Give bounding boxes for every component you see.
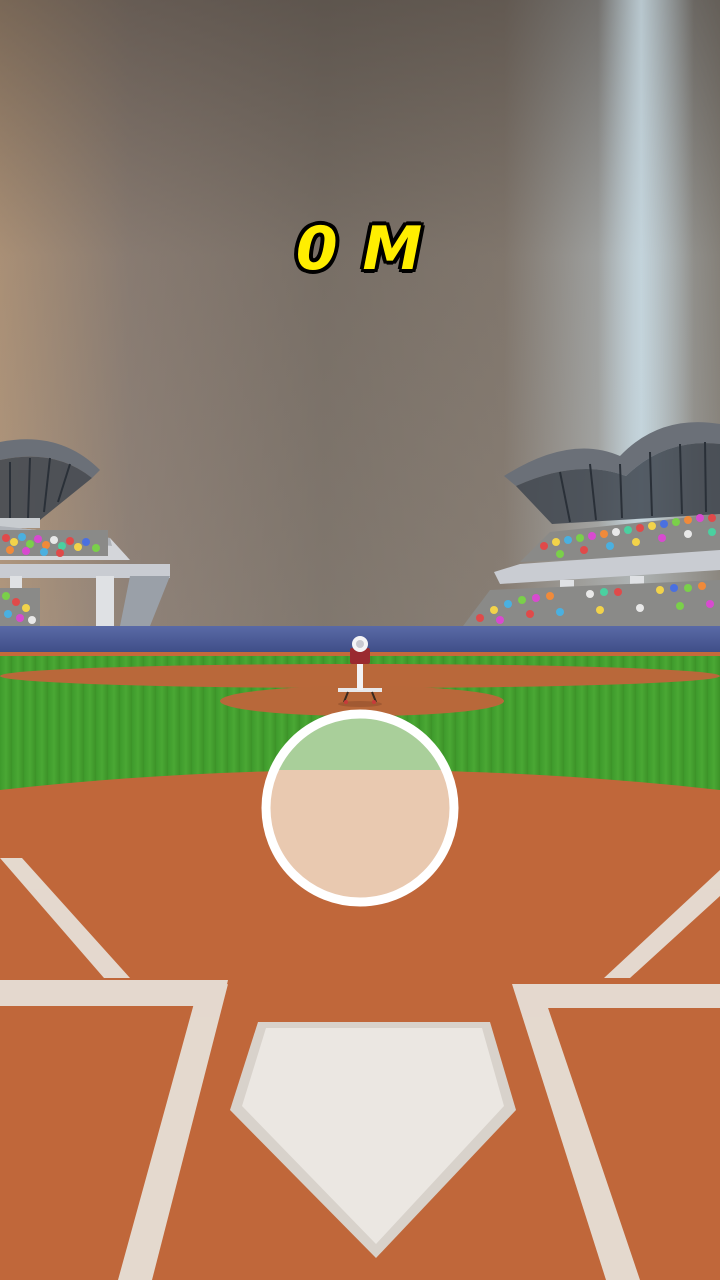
distance-value: 0 bbox=[295, 214, 340, 284]
distance-unit: M bbox=[362, 214, 425, 284]
distance-counter: 0 M bbox=[0, 214, 720, 284]
right-grandstand bbox=[460, 422, 720, 630]
batting-target-icon[interactable] bbox=[260, 708, 460, 908]
game-scene[interactable]: 0 M bbox=[0, 0, 720, 1280]
pitching-machine-icon bbox=[338, 636, 382, 707]
left-grandstand bbox=[0, 439, 170, 626]
